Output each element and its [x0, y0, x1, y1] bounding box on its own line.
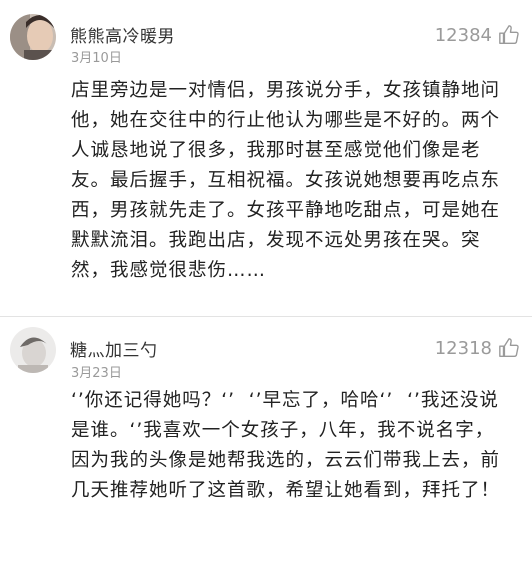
comment-text: 店里旁边是一对情侣，男孩说分手，女孩镇静地问他，她在交往中的行止他认为哪些是不好…: [71, 80, 501, 281]
like-button[interactable]: 12318: [435, 337, 520, 359]
thumbs-up-icon: [499, 25, 519, 44]
username[interactable]: 熊熊高冷暖男: [70, 22, 175, 47]
avatar[interactable]: [10, 14, 56, 60]
avatar[interactable]: [10, 327, 56, 373]
comment-item: 糖灬加三勺 3月23日 12318 ‘’你还记得她吗？‘’ ‘’早忘了，哈哈‘’…: [0, 316, 532, 567]
comment-text: ‘’你还记得她吗？‘’ ‘’早忘了，哈哈‘’ ‘’我还没说是谁。‘’我喜欢一个女…: [71, 390, 501, 501]
like-count: 12318: [434, 337, 492, 359]
avatar-photo: [10, 327, 56, 373]
comment-item: 熊熊高冷暖男 3月10日 12384 店里旁边是一对情侣，男孩说分手，女孩镇静地…: [0, 0, 532, 316]
comment-date: 3月23日: [71, 366, 122, 381]
like-count: 12384: [434, 24, 492, 46]
comment-date: 3月10日: [71, 51, 122, 66]
username[interactable]: 糖灬加三勺: [70, 336, 158, 361]
avatar-photo: [10, 14, 56, 60]
thumbs-up-icon: [499, 338, 519, 357]
like-button[interactable]: 12384: [435, 24, 520, 46]
